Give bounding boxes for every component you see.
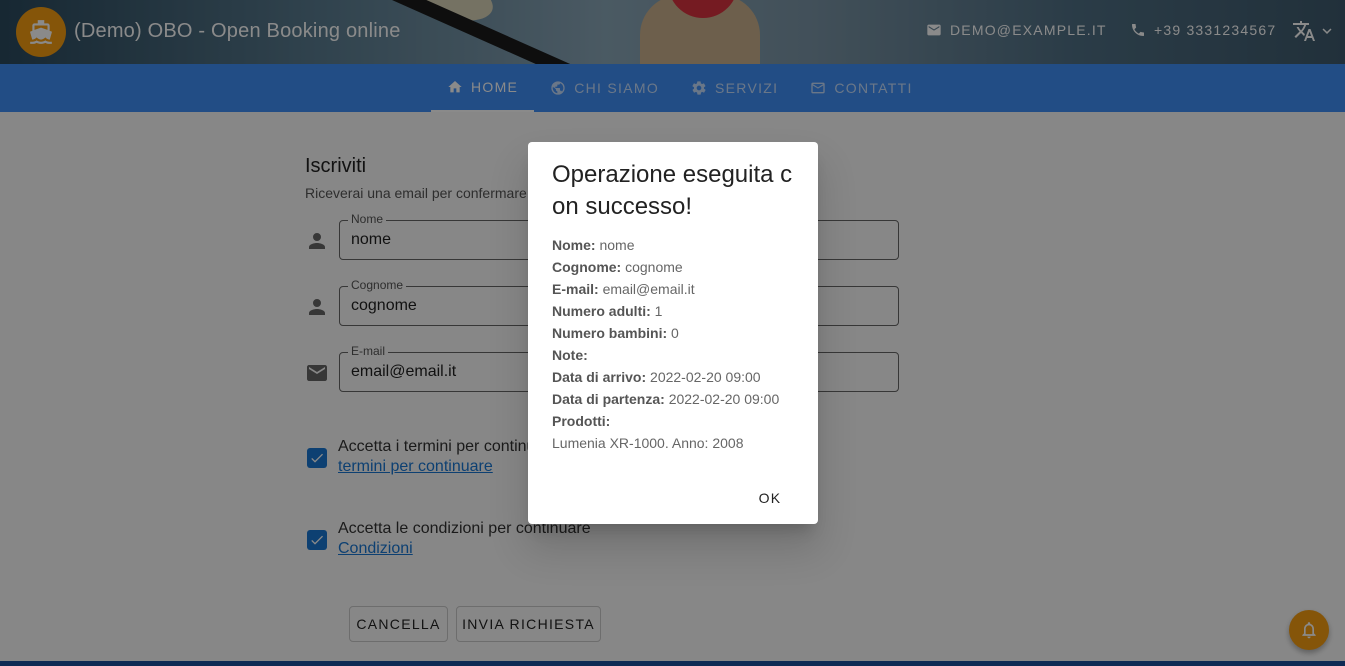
dialog-row-value: nome: [599, 237, 635, 253]
dialog-row-value: email@email.it: [602, 281, 695, 297]
dialog-row: Note:: [552, 344, 802, 366]
dialog-row: Nome: nome: [552, 234, 802, 256]
dialog-row-key: Cognome:: [552, 259, 622, 275]
dialog-row-value: 0: [671, 325, 679, 341]
dialog-row-value: 2022-02-20 09:00: [668, 391, 780, 407]
dialog-row-key: Note:: [552, 347, 588, 363]
dialog-title: Operazione eseguita con successo!: [552, 161, 793, 220]
dialog-row-key: Numero bambini:: [552, 325, 668, 341]
dialog-row: Numero bambini: 0: [552, 322, 802, 344]
dialog-row-key: Nome:: [552, 237, 596, 253]
dialog-row-key: Data di arrivo:: [552, 369, 647, 385]
dialog-row: Data di arrivo: 2022-02-20 09:00: [552, 366, 802, 388]
dialog-row: E-mail: email@email.it: [552, 278, 802, 300]
dialog-row-key: E-mail:: [552, 281, 599, 297]
dialog-row: Prodotti:: [552, 410, 802, 432]
dialog-body: Nome: nome Cognome: cognome E-mail: emai…: [552, 234, 802, 454]
dialog-row-value: 1: [654, 303, 663, 319]
dialog-row-value: cognome: [625, 259, 683, 275]
dialog-row-key: Numero adulti:: [552, 303, 651, 319]
dialog-row: Cognome: cognome: [552, 256, 802, 278]
dialog-product-line: Lumenia XR-1000. Anno: 2008: [552, 435, 744, 451]
dialog-row-value: 2022-02-20 09:00: [650, 369, 761, 385]
dialog-row-key: Data di partenza:: [552, 391, 665, 407]
ok-button[interactable]: OK: [748, 486, 792, 510]
success-dialog: Operazione eseguita con successo! Nome: …: [528, 142, 818, 524]
dialog-row-key: Prodotti:: [552, 413, 611, 429]
dialog-row: Data di partenza: 2022-02-20 09:00: [552, 388, 802, 410]
dialog-row: Numero adulti: 1: [552, 300, 802, 322]
